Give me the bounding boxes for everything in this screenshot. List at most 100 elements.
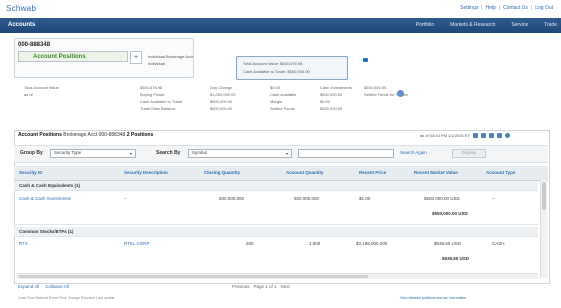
group-name: Cash & Cash Equivalents (1) — [19, 182, 81, 188]
balance-box: Total Account Value: $500,676.98 Cash Av… — [236, 56, 348, 80]
search-by-value: Symbol — [192, 150, 208, 156]
utility-links: Settings | Help | Contact Us | Log Out — [460, 6, 553, 11]
closing-qty: 200 — [246, 241, 254, 246]
summary-label: Trade Date Balance — [140, 106, 176, 111]
col-account-qty[interactable]: Account Quantity — [286, 170, 324, 176]
summary-label: Margin — [270, 99, 283, 104]
summary-label: Day Change — [210, 85, 233, 90]
help-link[interactable]: Help — [486, 6, 496, 11]
export-icon[interactable] — [488, 133, 494, 138]
summary-col: Cash Investments $500,000.00 $0.00 $500,… — [320, 84, 352, 112]
search-input[interactable] — [298, 149, 394, 158]
search-again-link[interactable]: Search Again — [400, 150, 427, 156]
prev-page-link[interactable]: Previous — [232, 284, 250, 290]
recent-price: $3,188,000.000 — [356, 241, 388, 246]
nav-item-portfolio[interactable]: Portfolio — [416, 23, 434, 28]
account-meta: Individual Brokerage Acct Individual — [148, 53, 193, 67]
group-header[interactable]: Common Stocks/ETFs (1) — [14, 227, 538, 237]
link-separator: | — [498, 5, 501, 11]
display-button[interactable]: Display — [452, 149, 486, 158]
link-separator: | — [481, 5, 483, 11]
next-page-link[interactable]: Next — [281, 284, 290, 290]
print-icon[interactable] — [480, 133, 486, 138]
group-name: Common Stocks/ETFs (1) — [19, 228, 74, 234]
summary-label: as of — [24, 92, 33, 97]
panel-subheading: Brokerage Acct 000-888348 — [63, 132, 126, 138]
summary-label: Total Account Value — [24, 85, 59, 90]
nav-accounts-tab[interactable]: Accounts — [8, 22, 35, 28]
group-total: $638.60 USD — [442, 256, 470, 261]
summary-col: $0.00 Cash Available Margin Settled Fund… — [270, 84, 296, 112]
security-id[interactable]: RTX — [19, 241, 28, 247]
summary-label: Buying Power — [140, 92, 165, 97]
col-market-value[interactable]: Recent Market Value — [414, 170, 458, 176]
scroll-thumb[interactable] — [542, 182, 546, 210]
refresh-icon[interactable] — [472, 133, 478, 138]
summary-value: $500,000.00 — [210, 106, 233, 111]
contact-link[interactable]: Contact Us — [503, 6, 528, 11]
legend: Cash Flow Material Event Price Change Ro… — [18, 296, 115, 300]
add-account-button[interactable]: + — [130, 51, 142, 64]
summary-label: Cash Available — [270, 92, 297, 97]
positions-table-header: Security ID Security Description Closing… — [14, 166, 548, 181]
summary-value: $500,000.00 — [320, 106, 343, 111]
account-summary: Total Account Value as of $500,676.98 Bu… — [14, 84, 434, 120]
vertical-scrollbar[interactable] — [540, 180, 547, 278]
scroll-thumb[interactable] — [18, 275, 368, 278]
positions-title: Account Positions Brokerage Acct 000-888… — [18, 133, 153, 138]
summary-value: $500,676.98 — [140, 85, 163, 90]
balance-cash: Cash Available to Trade: $500,000.00 — [243, 69, 310, 74]
group-by-value: Security Type — [54, 150, 82, 156]
info-icon[interactable] — [363, 58, 368, 62]
security-id[interactable]: Cash & Cash Investments — [19, 196, 71, 202]
search-by-select[interactable]: Symbol ▾ — [188, 149, 292, 158]
account-qty: 1.000 — [309, 241, 321, 246]
col-recent-price[interactable]: Recent Price — [359, 170, 386, 176]
nav-item-markets[interactable]: Markets & Research — [450, 23, 495, 28]
expand-all-link[interactable]: Expand All — [18, 284, 39, 290]
collapse-all-link[interactable]: Collapse All — [45, 284, 69, 290]
security-desc[interactable]: -- — [124, 196, 127, 202]
group-by-select[interactable]: Security Type ▾ — [50, 149, 136, 158]
summary-col: Day Change $1,000,000.00 $500,000.00 $50… — [210, 84, 236, 112]
group-total: $500,000.00 USD — [432, 211, 468, 216]
help-icon[interactable] — [504, 133, 510, 138]
col-closing-qty[interactable]: Closing Quantity — [204, 170, 240, 176]
market-value: $638.60 USD — [434, 241, 462, 246]
chevron-down-icon: ▾ — [129, 150, 132, 156]
nav-item-service[interactable]: Service — [511, 23, 528, 28]
recent-price: $1.00 — [359, 196, 371, 201]
panel-heading: Account Positions — [18, 132, 62, 138]
detailed-positions-link[interactable]: View detailed positions and tax informat… — [400, 296, 466, 301]
page-indicator: Page 1 of 1 — [253, 284, 277, 289]
chevron-down-icon: ▾ — [285, 150, 288, 156]
summary-value: $0.00 — [270, 85, 281, 90]
settings-icon[interactable] — [496, 133, 502, 138]
logout-link[interactable]: Log Out — [535, 6, 553, 11]
summary-label: Settled Funds — [270, 106, 295, 111]
table-row: RTX RTEL CORP 200 1.000 $3,188,000.000 $… — [14, 237, 538, 267]
summary-col: $500,676.98 Buying Power Cash Available … — [140, 84, 182, 112]
nav-item-trade[interactable]: Trade — [544, 23, 557, 28]
settings-link[interactable]: Settings — [460, 6, 478, 11]
summary-col: Total Account Value as of — [24, 84, 59, 98]
as-of-timestamp: as of 03:44 PM 1/1/2016 ET — [420, 132, 470, 138]
settings-gear-icon[interactable] — [397, 90, 404, 97]
account-view-select[interactable]: Account Positions — [18, 51, 128, 62]
brand-logo[interactable]: Schwab — [6, 5, 36, 13]
security-desc[interactable]: RTEL CORP — [124, 241, 150, 247]
group-header[interactable]: Cash & Cash Equivalents (1) — [14, 181, 538, 191]
account-qty: 500,000.000 — [294, 196, 320, 201]
closing-qty: 500,000.000 — [219, 196, 245, 201]
balance-total: Total Account Value: $500,676.98 — [243, 61, 303, 66]
col-security-id[interactable]: Security ID — [19, 170, 43, 176]
filter-bar: Group By Security Type ▾ Search By Symbo… — [14, 145, 548, 163]
row-divider — [14, 224, 538, 225]
account-type: Individual Brokerage Acct — [148, 54, 194, 59]
table-row: Cash & Cash Investments -- 500,000.000 5… — [14, 191, 538, 221]
horizontal-scrollbar[interactable] — [16, 273, 538, 279]
position-count: 2 Positions — [126, 132, 154, 138]
pagination: Previous Page 1 of 1 Next — [232, 284, 290, 290]
col-account-type[interactable]: Account Type — [486, 170, 515, 176]
col-description[interactable]: Security Description — [124, 170, 168, 176]
